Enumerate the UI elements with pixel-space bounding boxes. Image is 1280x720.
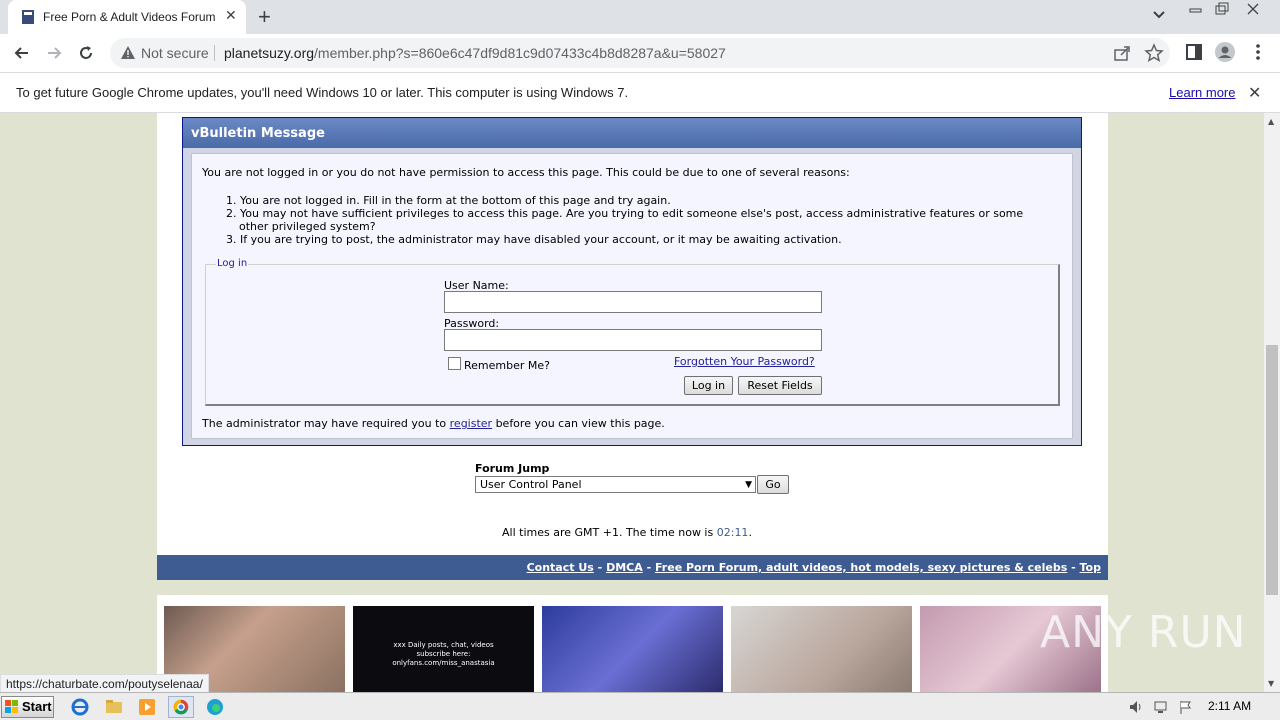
file-explorer-icon[interactable] <box>102 696 126 718</box>
kebab-menu-icon[interactable] <box>1248 42 1268 62</box>
page-viewport: vBulletin Message You are not logged in … <box>0 113 1264 692</box>
caption-line: onlyfans.com/miss_anastasia <box>392 659 495 667</box>
edge-icon[interactable] <box>203 696 227 718</box>
vbulletin-message-box: vBulletin Message You are not logged in … <box>182 117 1082 446</box>
volume-icon[interactable] <box>1128 699 1144 715</box>
action-center-flag-icon[interactable] <box>1178 699 1194 715</box>
password-input[interactable] <box>444 329 822 351</box>
back-icon[interactable] <box>12 43 32 63</box>
media-player-icon[interactable] <box>135 696 159 718</box>
page-scrollbar[interactable]: ▲ ▼ <box>1264 113 1280 692</box>
forum-jump-go-button[interactable]: Go <box>757 475 789 494</box>
timezone-notice: All times are GMT +1. The time now is 02… <box>502 526 752 539</box>
footer-separator: - <box>646 561 652 574</box>
admin-notice: The administrator may have required you … <box>202 417 665 430</box>
warning-icon[interactable] <box>120 45 136 61</box>
reason-item: other privileged system? <box>239 220 376 233</box>
footer-links: Contact Us - DMCA - Free Porn Forum, adu… <box>527 561 1101 574</box>
chrome-taskbar-icon[interactable] <box>168 696 194 718</box>
top-link[interactable]: Top <box>1080 561 1101 574</box>
browser-toolbar: Not secure planetsuzy.org/member.php?s=8… <box>0 34 1280 72</box>
tab-strip: Free Porn & Adult Videos Forum ✕ + <box>0 0 1280 34</box>
login-button[interactable]: Log in <box>684 376 733 395</box>
message-title: vBulletin Message <box>183 118 1081 148</box>
forward-icon[interactable] <box>44 43 64 63</box>
profile-avatar-icon[interactable] <box>1215 42 1235 62</box>
dmca-link[interactable]: DMCA <box>606 561 643 574</box>
reason-item: 3. If you are trying to post, the admini… <box>226 233 842 246</box>
status-url-bar: https://chaturbate.com/poutyselenaa/ <box>0 674 209 694</box>
message-body: You are not logged in or you do not have… <box>191 153 1073 439</box>
timezone-suffix: . <box>748 526 752 539</box>
remember-me-label: Remember Me? <box>464 359 550 372</box>
ad-thumbnail-strip: xxx Daily posts, chat, videos subscribe … <box>157 595 1108 692</box>
current-time: 02:11 <box>716 526 749 539</box>
internet-explorer-icon[interactable] <box>68 696 92 718</box>
address-bar[interactable]: Not secure planetsuzy.org/member.php?s=8… <box>110 38 1170 68</box>
windows-logo-icon <box>5 700 18 713</box>
thumbnail-caption: xxx Daily posts, chat, videos subscribe … <box>353 641 534 668</box>
new-tab-icon[interactable]: + <box>258 4 271 30</box>
url-host: planetsuzy.org <box>224 45 315 61</box>
infobar-text: To get future Google Chrome updates, you… <box>16 85 629 100</box>
start-label: Start <box>22 699 52 714</box>
scroll-down-icon[interactable]: ▼ <box>1268 679 1274 688</box>
login-legend: Log in <box>216 258 249 269</box>
infobar-close-icon[interactable]: ✕ <box>1248 83 1261 102</box>
side-panel-icon[interactable] <box>1184 42 1204 62</box>
anyrun-watermark: ANY RUN <box>1040 607 1247 658</box>
forum-jump-selected: User Control Panel <box>480 478 582 491</box>
forum-jump-select[interactable]: User Control Panel ▼ <box>475 476 756 493</box>
minimize-icon[interactable] <box>1183 0 1209 20</box>
update-infobar: To get future Google Chrome updates, you… <box>0 72 1280 113</box>
page-footer: Contact Us - DMCA - Free Porn Forum, adu… <box>157 555 1108 580</box>
footer-separator: - <box>1071 561 1076 574</box>
ad-thumbnail[interactable] <box>731 606 912 692</box>
home-link[interactable]: Free Porn Forum, adult videos, hot model… <box>655 561 1067 574</box>
scroll-thumb[interactable] <box>1266 345 1278 595</box>
forum-jump-label: Forum Jump <box>475 462 550 475</box>
login-fieldset: Log in User Name: Password: Remember Me?… <box>205 258 1060 406</box>
remember-me-checkbox[interactable] <box>448 357 461 370</box>
not-secure-label: Not secure <box>141 45 209 61</box>
share-icon[interactable] <box>1112 43 1132 63</box>
tab-title: Free Porn & Adult Videos Forum <box>43 10 216 24</box>
dropdown-arrow-icon: ▼ <box>745 480 752 490</box>
address-divider <box>214 45 215 61</box>
tab-close-icon[interactable]: ✕ <box>225 8 237 24</box>
restore-icon[interactable] <box>1208 0 1234 20</box>
url-text[interactable]: planetsuzy.org/member.php?s=860e6c47df9d… <box>224 45 726 61</box>
reasons-list: 1. You are not logged in. Fill in the fo… <box>226 194 1056 246</box>
close-window-icon[interactable] <box>1240 0 1266 20</box>
site-favicon-icon <box>22 10 34 24</box>
ad-thumbnail[interactable] <box>542 606 723 692</box>
forgot-password-link[interactable]: Forgotten Your Password? <box>674 355 815 368</box>
learn-more-link[interactable]: Learn more <box>1169 85 1235 100</box>
caption-line: subscribe here: <box>416 650 471 658</box>
browser-tab[interactable]: Free Porn & Adult Videos Forum ✕ <box>8 0 246 34</box>
username-input[interactable] <box>444 291 822 313</box>
timezone-prefix: All times are GMT +1. The time now is <box>502 526 714 539</box>
network-icon[interactable] <box>1153 699 1169 715</box>
footer-separator: - <box>597 561 603 574</box>
scroll-up-icon[interactable]: ▲ <box>1268 117 1274 126</box>
tab-search-chevron-icon[interactable] <box>1152 8 1166 22</box>
page-content: vBulletin Message You are not logged in … <box>157 113 1108 555</box>
start-button[interactable]: Start <box>1 696 54 718</box>
message-intro: You are not logged in or you do not have… <box>202 166 850 179</box>
caption-line: xxx Daily posts, chat, videos <box>393 641 494 649</box>
taskbar-clock: 2:11 AM <box>1208 699 1252 713</box>
reset-fields-button[interactable]: Reset Fields <box>738 376 822 395</box>
windows-taskbar: Start 2:11 AM <box>0 692 1280 720</box>
reason-item: 1. You are not logged in. Fill in the fo… <box>226 194 671 207</box>
url-path: /member.php?s=860e6c47df9d81c9d07433c4b8… <box>314 45 726 61</box>
reason-item: 2. You may not have sufficient privilege… <box>226 207 1024 220</box>
reload-icon[interactable] <box>76 43 96 63</box>
bookmark-star-icon[interactable] <box>1144 43 1164 63</box>
contact-us-link[interactable]: Contact Us <box>527 561 594 574</box>
ad-thumbnail[interactable]: xxx Daily posts, chat, videos subscribe … <box>353 606 534 692</box>
admin-notice-text: The administrator may have required you … <box>202 417 447 430</box>
admin-notice-text-end: before you can view this page. <box>495 417 665 430</box>
register-link[interactable]: register <box>450 417 492 430</box>
